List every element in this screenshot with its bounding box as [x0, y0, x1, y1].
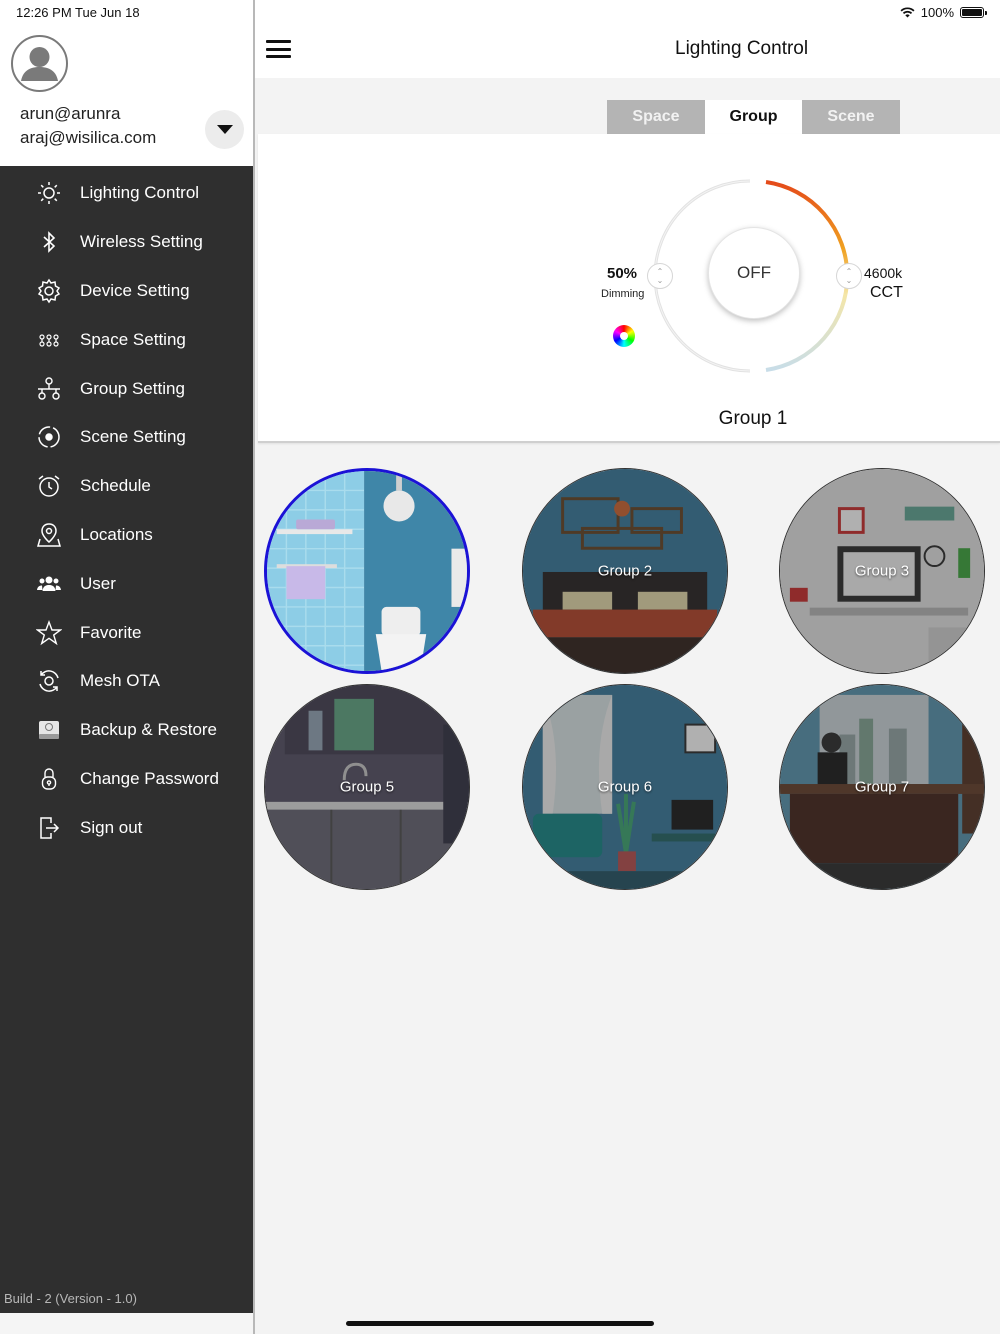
sidebar-footer-strip — [0, 1313, 254, 1334]
sidebar-item-label: Schedule — [80, 476, 151, 496]
sidebar-item-label: Device Setting — [80, 280, 190, 300]
group-tile-1[interactable] — [264, 468, 470, 674]
tab-group[interactable]: Group — [705, 100, 802, 134]
sidebar-item-label: Scene Setting — [80, 427, 186, 447]
group-tile-6[interactable]: Group 6 — [522, 684, 728, 890]
cct-value: 4600k — [864, 265, 903, 281]
sidebar-item-scene-setting[interactable]: Scene Setting — [0, 413, 254, 462]
chevron-up-icon: ⌃ — [656, 267, 664, 276]
dimming-label: Dimming — [601, 288, 645, 300]
status-bar: 12:26 PM Tue Jun 18 100% — [0, 0, 1000, 26]
sidebar-item-favorite[interactable]: Favorite — [0, 608, 254, 657]
sidebar-item-backup-restore[interactable]: Backup & Restore — [0, 706, 254, 755]
group-tile-label: Group 5 — [339, 778, 395, 796]
gear-icon — [36, 278, 62, 304]
star-icon — [36, 619, 62, 646]
build-version: Build - 2 (Version - 1.0) — [4, 1291, 137, 1306]
battery-percent: 100% — [920, 5, 954, 20]
status-time: 12:26 PM Tue Jun 18 — [16, 5, 140, 20]
sign-out-icon — [36, 815, 62, 841]
backup-drive-icon — [36, 717, 62, 743]
sidebar-item-label: Locations — [80, 524, 153, 544]
group-tile-label: Group 3 — [854, 562, 910, 580]
bathroom-illustration — [267, 471, 467, 671]
sidebar-item-lighting-control[interactable]: Lighting Control — [0, 169, 254, 218]
sidebar-menu: Lighting Control Wireless Setting Device… — [0, 169, 254, 852]
status-right: 100% — [900, 5, 987, 20]
wifi-icon — [900, 7, 915, 18]
sidebar-item-sign-out[interactable]: Sign out — [0, 803, 254, 852]
bluetooth-icon — [36, 229, 62, 255]
home-indicator[interactable] — [346, 1321, 654, 1326]
group-tile-3[interactable]: Group 3 — [779, 468, 985, 674]
group-tile-label: Group 6 — [597, 778, 653, 796]
scene-icon — [36, 424, 62, 450]
sidebar-item-space-setting[interactable]: Space Setting — [0, 315, 254, 364]
group-tile-label: Group 2 — [597, 562, 653, 580]
sidebar-item-schedule[interactable]: Schedule — [0, 462, 254, 511]
sidebar-item-label: Backup & Restore — [80, 720, 218, 740]
chevron-down-icon: ⌄ — [845, 276, 853, 285]
group-tile-2[interactable]: Group 2 — [522, 468, 728, 674]
group-tile-5[interactable]: Group 5 — [264, 684, 470, 890]
group-network-icon — [36, 376, 62, 402]
sidebar-item-change-password[interactable]: Change Password — [0, 755, 254, 804]
sidebar: arun@arunra araj@wisilica.com Lighting C… — [0, 0, 254, 1334]
chevron-up-icon: ⌃ — [845, 267, 853, 276]
sidebar-item-wireless-setting[interactable]: Wireless Setting — [0, 218, 254, 267]
battery-icon — [960, 7, 987, 18]
sidebar-item-group-setting[interactable]: Group Setting — [0, 364, 254, 413]
group-tile-7[interactable]: Group 7 — [779, 684, 985, 890]
group-tile-label: Group 7 — [854, 778, 910, 796]
dimming-value: 50% — [607, 265, 638, 282]
users-icon — [36, 571, 62, 597]
sidebar-item-label: Mesh OTA — [80, 671, 160, 691]
account-dropdown-button[interactable] — [205, 110, 244, 149]
profile-username: arun@arunra — [20, 104, 121, 123]
sidebar-item-label: Sign out — [80, 817, 143, 837]
sidebar-item-label: Group Setting — [80, 378, 185, 398]
main-content: Lighting Control Space Group Scene ⌃ ⌄ ⌃ ⌄ — [255, 0, 1000, 1334]
alarm-clock-icon — [36, 473, 62, 499]
tab-bar: Space Group Scene — [607, 100, 900, 134]
profile-email: araj@wisilica.com — [20, 128, 157, 147]
tab-scene[interactable]: Scene — [802, 100, 900, 134]
sidebar-item-label: User — [80, 573, 116, 593]
power-toggle-button[interactable]: OFF — [708, 227, 800, 319]
sidebar-item-label: Space Setting — [80, 329, 186, 349]
cct-stepper[interactable]: ⌃ ⌄ — [836, 263, 862, 289]
dimming-stepper[interactable]: ⌃ ⌄ — [647, 263, 673, 289]
sidebar-item-user[interactable]: User — [0, 559, 254, 608]
cct-label: CCT — [870, 284, 903, 301]
chevron-down-icon: ⌄ — [656, 276, 664, 285]
space-network-icon — [36, 327, 62, 353]
page-title: Lighting Control — [675, 38, 809, 59]
lighting-control-panel: ⌃ ⌄ ⌃ ⌄ OFF 50% Dimming 4600k CCT Group 1 — [258, 134, 1000, 443]
color-wheel-icon[interactable] — [613, 325, 635, 347]
tab-space[interactable]: Space — [607, 100, 705, 134]
sidebar-item-mesh-ota[interactable]: Mesh OTA — [0, 657, 254, 706]
sync-icon — [36, 668, 62, 694]
caret-down-icon — [216, 124, 233, 134]
avatar[interactable] — [11, 35, 68, 92]
sidebar-item-label: Lighting Control — [80, 183, 200, 203]
selected-group-name: Group 1 — [718, 408, 788, 429]
sidebar-item-label: Wireless Setting — [80, 232, 203, 252]
sidebar-item-label: Favorite — [80, 622, 142, 642]
lock-icon — [36, 766, 62, 792]
sun-icon — [36, 180, 62, 206]
map-pin-icon — [36, 522, 62, 548]
hamburger-menu-icon[interactable] — [266, 40, 291, 58]
sidebar-item-locations[interactable]: Locations — [0, 511, 254, 560]
sidebar-item-device-setting[interactable]: Device Setting — [0, 267, 254, 316]
sidebar-item-label: Change Password — [80, 768, 219, 788]
user-avatar-icon — [21, 47, 58, 81]
